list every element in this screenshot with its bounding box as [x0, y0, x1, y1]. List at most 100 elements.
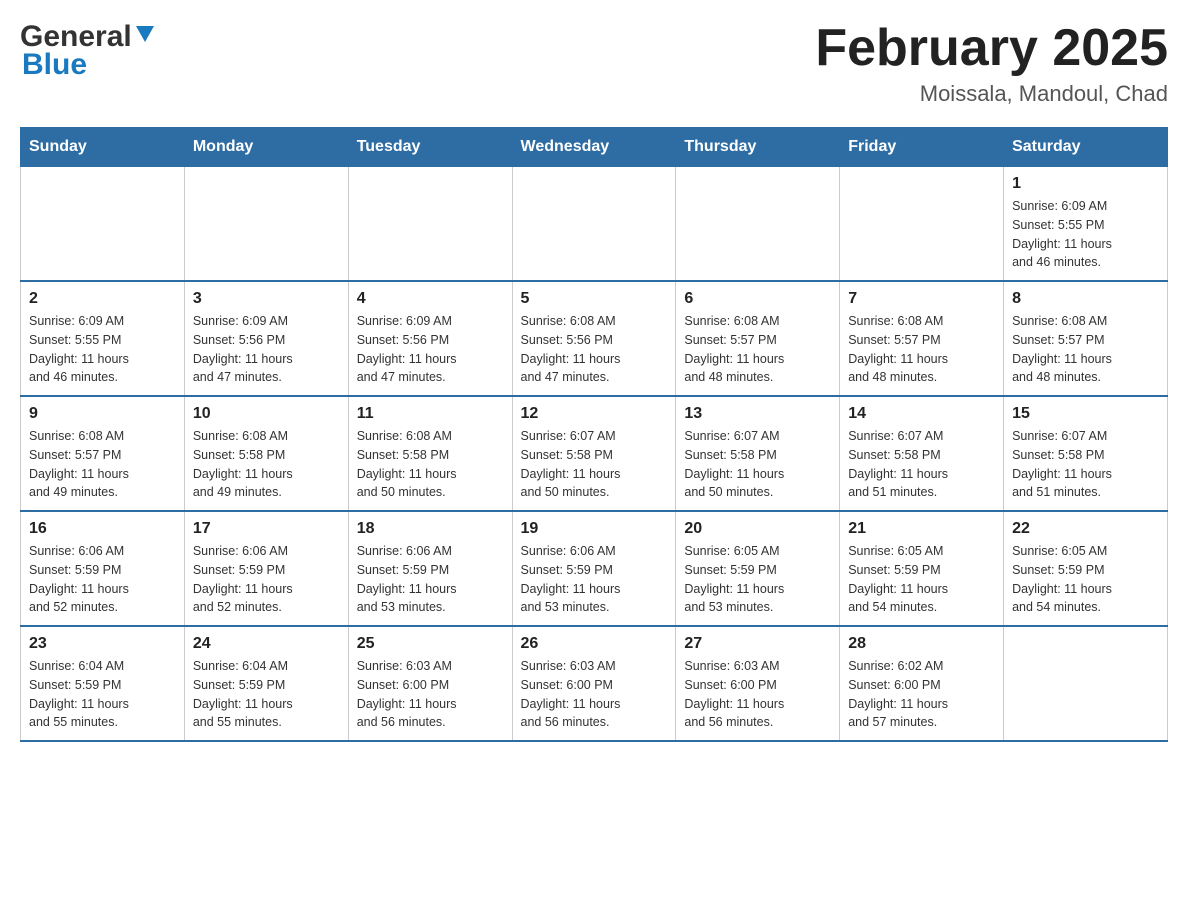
- calendar-title: February 2025: [815, 20, 1168, 77]
- day-info: Sunrise: 6:05 AM Sunset: 5:59 PM Dayligh…: [684, 542, 831, 617]
- col-sunday: Sunday: [21, 128, 185, 167]
- day-info: Sunrise: 6:09 AM Sunset: 5:56 PM Dayligh…: [193, 312, 340, 387]
- table-row: [840, 167, 1004, 282]
- day-number: 6: [684, 290, 831, 308]
- table-row: 17 Sunrise: 6:06 AM Sunset: 5:59 PM Dayli…: [184, 511, 348, 626]
- logo-blue-text: Blue: [22, 48, 87, 81]
- day-info: Sunrise: 6:05 AM Sunset: 5:59 PM Dayligh…: [848, 542, 995, 617]
- day-info: Sunrise: 6:09 AM Sunset: 5:56 PM Dayligh…: [357, 312, 504, 387]
- table-row: 2Sunrise: 6:09 AM Sunset: 5:55 PM Daylig…: [21, 281, 185, 396]
- day-number: 13: [684, 405, 831, 423]
- day-number: 25: [357, 635, 504, 653]
- calendar-week-row: 16 Sunrise: 6:06 AM Sunset: 5:59 PM Dayli…: [21, 511, 1168, 626]
- day-info: Sunrise: 6:06 AM Sunset: 5:59 PM Dayligh…: [521, 542, 668, 617]
- table-row: 1 Sunrise: 6:09 AM Sunset: 5:55 PM Daylig…: [1004, 167, 1168, 282]
- table-row: [348, 167, 512, 282]
- col-thursday: Thursday: [676, 128, 840, 167]
- col-tuesday: Tuesday: [348, 128, 512, 167]
- day-number: 15: [1012, 405, 1159, 423]
- calendar-table: Sunday Monday Tuesday Wednesday Thursday…: [20, 127, 1168, 742]
- day-info: Sunrise: 6:08 AM Sunset: 5:58 PM Dayligh…: [193, 427, 340, 502]
- day-info: Sunrise: 6:08 AM Sunset: 5:57 PM Dayligh…: [684, 312, 831, 387]
- day-number: 5: [521, 290, 668, 308]
- table-row: 26 Sunrise: 6:03 AM Sunset: 6:00 PM Dayli…: [512, 626, 676, 741]
- table-row: [1004, 626, 1168, 741]
- table-row: 4 Sunrise: 6:09 AM Sunset: 5:56 PM Daylig…: [348, 281, 512, 396]
- calendar-week-row: 9 Sunrise: 6:08 AM Sunset: 5:57 PM Daylig…: [21, 396, 1168, 511]
- table-row: 12Sunrise: 6:07 AM Sunset: 5:58 PM Dayli…: [512, 396, 676, 511]
- table-row: 23 Sunrise: 6:04 AM Sunset: 5:59 PM Dayli…: [21, 626, 185, 741]
- day-number: 8: [1012, 290, 1159, 308]
- day-number: 21: [848, 520, 995, 538]
- col-monday: Monday: [184, 128, 348, 167]
- day-number: 22: [1012, 520, 1159, 538]
- table-row: 11 Sunrise: 6:08 AM Sunset: 5:58 PM Dayli…: [348, 396, 512, 511]
- table-row: 10 Sunrise: 6:08 AM Sunset: 5:58 PM Dayli…: [184, 396, 348, 511]
- day-number: 3: [193, 290, 340, 308]
- day-number: 11: [357, 405, 504, 423]
- day-info: Sunrise: 6:06 AM Sunset: 5:59 PM Dayligh…: [29, 542, 176, 617]
- table-row: [184, 167, 348, 282]
- day-number: 1: [1012, 175, 1159, 193]
- day-info: Sunrise: 6:03 AM Sunset: 6:00 PM Dayligh…: [684, 657, 831, 732]
- day-info: Sunrise: 6:07 AM Sunset: 5:58 PM Dayligh…: [684, 427, 831, 502]
- calendar-header-row: Sunday Monday Tuesday Wednesday Thursday…: [21, 128, 1168, 167]
- day-info: Sunrise: 6:08 AM Sunset: 5:56 PM Dayligh…: [521, 312, 668, 387]
- day-info: Sunrise: 6:07 AM Sunset: 5:58 PM Dayligh…: [521, 427, 668, 502]
- day-info: Sunrise: 6:04 AM Sunset: 5:59 PM Dayligh…: [29, 657, 176, 732]
- day-number: 10: [193, 405, 340, 423]
- day-number: 19: [521, 520, 668, 538]
- day-number: 18: [357, 520, 504, 538]
- day-number: 17: [193, 520, 340, 538]
- calendar-week-row: 2Sunrise: 6:09 AM Sunset: 5:55 PM Daylig…: [21, 281, 1168, 396]
- table-row: 24 Sunrise: 6:04 AM Sunset: 5:59 PM Dayli…: [184, 626, 348, 741]
- day-number: 2: [29, 290, 176, 308]
- day-info: Sunrise: 6:09 AM Sunset: 5:55 PM Dayligh…: [1012, 197, 1159, 272]
- day-info: Sunrise: 6:08 AM Sunset: 5:57 PM Dayligh…: [1012, 312, 1159, 387]
- table-row: 18 Sunrise: 6:06 AM Sunset: 5:59 PM Dayli…: [348, 511, 512, 626]
- day-number: 16: [29, 520, 176, 538]
- logo-arrow-icon: [134, 24, 156, 46]
- table-row: 22 Sunrise: 6:05 AM Sunset: 5:59 PM Dayli…: [1004, 511, 1168, 626]
- day-number: 4: [357, 290, 504, 308]
- table-row: 14Sunrise: 6:07 AM Sunset: 5:58 PM Dayli…: [840, 396, 1004, 511]
- table-row: 28Sunrise: 6:02 AM Sunset: 6:00 PM Dayli…: [840, 626, 1004, 741]
- table-row: 7Sunrise: 6:08 AM Sunset: 5:57 PM Daylig…: [840, 281, 1004, 396]
- page-header: General Blue February 2025 Moissala, Man…: [20, 20, 1168, 107]
- day-info: Sunrise: 6:05 AM Sunset: 5:59 PM Dayligh…: [1012, 542, 1159, 617]
- day-info: Sunrise: 6:03 AM Sunset: 6:00 PM Dayligh…: [357, 657, 504, 732]
- day-info: Sunrise: 6:06 AM Sunset: 5:59 PM Dayligh…: [193, 542, 340, 617]
- day-info: Sunrise: 6:08 AM Sunset: 5:58 PM Dayligh…: [357, 427, 504, 502]
- col-friday: Friday: [840, 128, 1004, 167]
- day-number: 23: [29, 635, 176, 653]
- day-info: Sunrise: 6:04 AM Sunset: 5:59 PM Dayligh…: [193, 657, 340, 732]
- calendar-subtitle: Moissala, Mandoul, Chad: [815, 81, 1168, 107]
- table-row: [676, 167, 840, 282]
- day-number: 9: [29, 405, 176, 423]
- table-row: 3 Sunrise: 6:09 AM Sunset: 5:56 PM Daylig…: [184, 281, 348, 396]
- table-row: 5 Sunrise: 6:08 AM Sunset: 5:56 PM Daylig…: [512, 281, 676, 396]
- day-info: Sunrise: 6:07 AM Sunset: 5:58 PM Dayligh…: [1012, 427, 1159, 502]
- day-info: Sunrise: 6:08 AM Sunset: 5:57 PM Dayligh…: [848, 312, 995, 387]
- day-info: Sunrise: 6:03 AM Sunset: 6:00 PM Dayligh…: [521, 657, 668, 732]
- calendar-week-row: 1 Sunrise: 6:09 AM Sunset: 5:55 PM Daylig…: [21, 167, 1168, 282]
- day-info: Sunrise: 6:07 AM Sunset: 5:58 PM Dayligh…: [848, 427, 995, 502]
- table-row: 9 Sunrise: 6:08 AM Sunset: 5:57 PM Daylig…: [21, 396, 185, 511]
- calendar-title-block: February 2025 Moissala, Mandoul, Chad: [815, 20, 1168, 107]
- col-saturday: Saturday: [1004, 128, 1168, 167]
- day-number: 26: [521, 635, 668, 653]
- day-number: 24: [193, 635, 340, 653]
- day-info: Sunrise: 6:08 AM Sunset: 5:57 PM Dayligh…: [29, 427, 176, 502]
- table-row: 20Sunrise: 6:05 AM Sunset: 5:59 PM Dayli…: [676, 511, 840, 626]
- day-info: Sunrise: 6:02 AM Sunset: 6:00 PM Dayligh…: [848, 657, 995, 732]
- day-number: 27: [684, 635, 831, 653]
- table-row: 25 Sunrise: 6:03 AM Sunset: 6:00 PM Dayli…: [348, 626, 512, 741]
- table-row: 6 Sunrise: 6:08 AM Sunset: 5:57 PM Daylig…: [676, 281, 840, 396]
- table-row: 19 Sunrise: 6:06 AM Sunset: 5:59 PM Dayli…: [512, 511, 676, 626]
- table-row: 16 Sunrise: 6:06 AM Sunset: 5:59 PM Dayli…: [21, 511, 185, 626]
- calendar-week-row: 23 Sunrise: 6:04 AM Sunset: 5:59 PM Dayli…: [21, 626, 1168, 741]
- table-row: [512, 167, 676, 282]
- day-info: Sunrise: 6:06 AM Sunset: 5:59 PM Dayligh…: [357, 542, 504, 617]
- table-row: 13 Sunrise: 6:07 AM Sunset: 5:58 PM Dayli…: [676, 396, 840, 511]
- table-row: [21, 167, 185, 282]
